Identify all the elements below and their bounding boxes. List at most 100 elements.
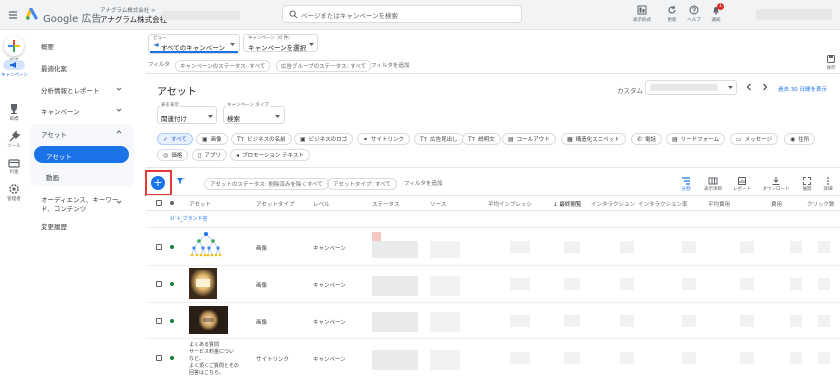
campaign-icon[interactable] (9, 61, 18, 69)
create-button[interactable] (4, 36, 24, 56)
row-checkbox[interactable] (156, 281, 162, 287)
col-avg-impressions[interactable]: 平均インプレッシ (488, 200, 532, 208)
sidebar-item-audiences-line2: ド、コンテンツ (41, 205, 87, 213)
account-name[interactable]: アナグラム株式会社 (100, 14, 167, 25)
menu-icon[interactable] (8, 10, 18, 20)
filter-chip-adgroup-status[interactable]: 広告グループのステータス: すべて (276, 60, 372, 72)
report-icon[interactable] (737, 176, 747, 186)
filter-icon[interactable]: + (176, 176, 186, 186)
date-custom-label: カスタム (617, 87, 643, 95)
chip-location[interactable]: ◉ 住所 (784, 133, 816, 145)
sidebar-item-insights[interactable]: 分析情報とレポート (41, 85, 100, 95)
add-filter-link[interactable]: フィルタを追加 (404, 179, 442, 187)
row-checkbox[interactable] (156, 355, 162, 361)
more-icon[interactable] (823, 176, 833, 186)
sidebar-item-overview[interactable]: 概要 (41, 41, 54, 51)
redacted-cell (790, 278, 802, 290)
chip-callout[interactable]: ▤ コールアウト (502, 133, 556, 145)
chip-phone[interactable]: ✆ 電話 (631, 133, 663, 145)
chevron-right-icon[interactable] (761, 83, 769, 91)
trophy-icon[interactable] (7, 102, 21, 116)
chip-label: 価格 (171, 153, 183, 159)
row-checkbox[interactable] (156, 318, 162, 324)
asset-type-cell: 画像 (256, 283, 268, 289)
chip-business-name[interactable]: Tт ビジネスの名前 (231, 133, 292, 145)
col-avg-cost[interactable]: 平均費用 (708, 200, 730, 208)
col-level[interactable]: レベル (313, 200, 330, 208)
admin-icon[interactable] (7, 182, 21, 196)
redacted-cell (682, 352, 696, 364)
redacted-cell (740, 241, 754, 253)
columns-icon[interactable] (708, 176, 718, 186)
redacted-cell (430, 312, 460, 332)
download-icon[interactable] (771, 176, 781, 186)
redacted-cell (372, 241, 418, 258)
account-breadcrumb[interactable]: アナグラム株式会社 > (100, 6, 156, 14)
col-last-viewed[interactable]: ↓ 最終閲覧 (553, 200, 581, 208)
col-asset[interactable]: アセット (189, 200, 211, 208)
location-icon: ◉ (790, 135, 796, 143)
chip-all[interactable]: ✓ すべて (157, 133, 193, 145)
chip-label: ビジネスのロゴ (308, 137, 348, 143)
sidebar-item-campaigns[interactable]: キャンペーン (41, 106, 80, 116)
sidebar-item-assets-group[interactable]: アセット (41, 129, 67, 139)
col-clicks[interactable]: クリック数 (807, 200, 835, 208)
col-asset-type[interactable]: アセットタイプ (256, 200, 294, 208)
col-cost[interactable]: 費用 (771, 200, 782, 208)
date-range-text[interactable]: 過去 30 日間を表示 (778, 85, 827, 93)
chip-business-logo[interactable]: ▣ ビジネスのロゴ (294, 133, 354, 145)
asset-thumbnail[interactable] (189, 306, 228, 334)
group-label[interactable]: ﾓﾄﾞﾙ_ブランド名 (170, 215, 208, 222)
redacted-cell (510, 241, 530, 253)
table-row[interactable] (146, 266, 840, 302)
filter-chip-campaign-status[interactable]: キャンペーンのステータス: すべて (175, 60, 271, 72)
sidebar-item-videos[interactable]: 動画 (46, 172, 59, 182)
table-row[interactable] (146, 303, 840, 338)
add-filter-link[interactable]: フィルタを追加 (371, 61, 409, 69)
filter-chip-asset-type[interactable]: アセットタイプ: すべて (327, 178, 397, 190)
asset-thumbnail[interactable] (189, 231, 223, 261)
chevron-left-icon[interactable] (745, 83, 753, 91)
status-dot (170, 356, 174, 360)
snippet-icon: ▦ (567, 135, 573, 143)
sidebar-item-recommendations[interactable]: 最適化案 (41, 63, 67, 73)
row-checkbox[interactable] (156, 244, 162, 250)
col-source[interactable]: ソース (430, 200, 446, 208)
col-interactions[interactable]: インタラクション (591, 200, 635, 208)
asset-type-cell: 画像 (256, 246, 268, 252)
chip-structured-snippet[interactable]: ▦ 構造化スニペット (561, 133, 626, 145)
user-account-redacted[interactable] (756, 9, 832, 20)
columns-label: 表示項目 (704, 187, 722, 192)
text-icon: Tт (468, 135, 476, 143)
chip-headline[interactable]: Tт 広告見出し (414, 133, 464, 145)
chip-label: プロモーション テキスト (242, 153, 304, 159)
col-status[interactable]: ステータス (372, 200, 400, 208)
chip-label: 電話 (645, 137, 657, 143)
chip-price[interactable]: ◎ 価格 (157, 149, 189, 161)
chip-sitelink[interactable]: ⚭ サイトリンク (357, 133, 411, 145)
table-row[interactable] (146, 228, 840, 265)
display-mode-icon[interactable] (637, 5, 647, 15)
save-icon[interactable] (827, 55, 835, 63)
chip-description[interactable]: Tт 説明文 (462, 133, 501, 145)
help-icon[interactable] (689, 5, 699, 15)
col-interaction-rate[interactable]: インタラクション率 (638, 200, 688, 208)
chip-message[interactable]: ▭ メッセージ (730, 133, 779, 145)
segment-icon[interactable] (681, 176, 691, 186)
chip-app[interactable]: ▯ アプリ (192, 149, 227, 161)
chevron-down-icon (116, 107, 122, 113)
chip-label: 画像 (210, 137, 222, 143)
sidebar-item-change-history[interactable]: 変更履歴 (41, 221, 67, 231)
filter-chip-asset-status[interactable]: アセットのステータス: 削除済みを除くすべて (204, 178, 329, 190)
chip-image[interactable]: ▣ 画像 (196, 133, 228, 145)
select-all-checkbox[interactable] (156, 200, 162, 206)
tools-icon[interactable] (7, 130, 21, 144)
expand-icon[interactable] (802, 176, 812, 186)
table-row[interactable] (146, 339, 840, 382)
chip-promotion-text[interactable]: ◂ プロモーション テキスト (230, 149, 310, 161)
highlight-box (145, 170, 172, 196)
refresh-icon[interactable] (667, 5, 677, 15)
billing-icon[interactable] (7, 156, 21, 170)
chip-lead-form[interactable]: ▤ リードフォーム (666, 133, 726, 145)
asset-thumbnail[interactable] (189, 268, 217, 299)
